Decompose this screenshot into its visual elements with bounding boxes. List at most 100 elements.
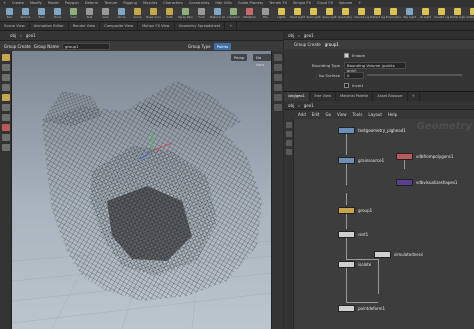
shelf-tab[interactable]: Guide Process (235, 0, 266, 7)
render-region-icon[interactable] (2, 144, 10, 151)
snap-icon[interactable] (2, 134, 10, 141)
network-node[interactable]: pointdeform1 (338, 305, 385, 312)
pane-tab[interactable]: + (225, 22, 238, 30)
node-body[interactable] (338, 207, 355, 214)
camera-icon[interactable] (274, 104, 282, 111)
path-segment-geo1[interactable]: geo1 (26, 33, 36, 38)
shelf-tool-button[interactable]: Tube (34, 8, 49, 21)
path-segment-obj[interactable]: obj (10, 33, 16, 38)
pane-tab[interactable]: Scene View (0, 22, 30, 30)
group-name-field[interactable]: group1 (62, 42, 110, 50)
shelf-tool-button[interactable]: File (258, 8, 273, 21)
pane-tab[interactable]: Geometry Spreadsheet (175, 22, 226, 30)
node-name-field[interactable]: group1 (325, 42, 339, 47)
persp-menu-button[interactable]: Persp (231, 54, 248, 61)
shelf-tool-button[interactable]: Ambient Light (466, 8, 474, 21)
pane-tab[interactable]: Animation Editor (30, 22, 69, 30)
network-canvas[interactable]: Geometry testgeometry_pighead1 vdbfrompol… (284, 119, 474, 329)
select-tool-icon[interactable] (2, 54, 10, 61)
shelf-tab[interactable]: Texture (101, 0, 120, 7)
shelf-tool-button[interactable]: Environment Light (386, 8, 401, 21)
iso-surface-field[interactable]: 0 (344, 71, 364, 79)
node-body[interactable] (338, 261, 355, 268)
menu-item[interactable]: Tools (353, 112, 363, 117)
shaded-icon[interactable] (274, 84, 282, 91)
node-body[interactable] (338, 127, 355, 134)
network-node[interactable]: vdbvisualizeshapes1 (396, 179, 457, 186)
network-node[interactable]: rest1 (338, 231, 368, 238)
shelf-tab[interactable]: Terrain FX (266, 0, 290, 7)
path-segment-obj[interactable]: obj (288, 103, 294, 108)
shelf-tool-button[interactable]: Sky Light (402, 8, 417, 21)
shelf-tab[interactable]: Create (9, 0, 27, 7)
network-node[interactable]: vdbfrompolygons1 (396, 153, 453, 160)
layout-icon[interactable] (286, 122, 292, 128)
network-node[interactable]: simulatedness (374, 251, 423, 258)
shelf-tool-button[interactable]: Portal Light (450, 8, 465, 21)
pane-tab[interactable]: Render View (69, 22, 101, 30)
shelf-tool-button[interactable]: Spot Light (306, 8, 321, 21)
node-body[interactable] (396, 153, 413, 160)
shelf-tab[interactable]: + (0, 0, 9, 7)
enable-checkbox[interactable] (344, 52, 349, 58)
menu-item[interactable]: View (337, 112, 347, 117)
shelf-tool-button[interactable]: GI Light (418, 8, 433, 21)
wireframe-icon[interactable] (274, 74, 282, 81)
move-tool-icon[interactable] (2, 64, 10, 71)
magnet-icon[interactable] (2, 124, 10, 131)
network-box-icon[interactable] (286, 149, 292, 155)
network-tab[interactable]: Material Palette (336, 92, 374, 101)
menu-item[interactable]: Edit (312, 112, 320, 117)
group-type-dropdown[interactable]: Points (213, 42, 232, 50)
network-node[interactable]: group1 (338, 207, 372, 214)
sticky-note-icon[interactable] (286, 140, 292, 146)
network-tab[interactable]: /obj/geo1 (284, 92, 310, 101)
shelf-tool-button[interactable]: Line (98, 8, 113, 21)
shelf-tool-button[interactable]: L-System (226, 8, 241, 21)
shelf-tool-button[interactable]: Grid (66, 8, 81, 21)
shelf-tool-button[interactable]: Volume Light (354, 8, 369, 21)
display-options-icon[interactable] (274, 54, 282, 61)
shelf-tab[interactable]: Hair Utils (212, 0, 234, 7)
viewport-3d[interactable]: Persp No cam (12, 51, 271, 329)
shelf-tool-button[interactable]: Box (2, 8, 17, 21)
shelf-tab[interactable]: Volume (336, 0, 355, 7)
shelf-tool-button[interactable]: Torus (50, 8, 65, 21)
shelf-tab[interactable]: Characters (160, 0, 186, 7)
invert-checkbox[interactable] (344, 82, 349, 88)
shelf-tab[interactable]: Rigging (120, 0, 140, 7)
shelf-tool-button[interactable]: Caustic Light (434, 8, 449, 21)
network-tab[interactable]: Asset Browser (373, 92, 408, 101)
pane-tab[interactable]: Motion FX View (138, 22, 175, 30)
network-node[interactable]: grainsource1 (338, 157, 384, 164)
shelf-tool-button[interactable]: Area Light (322, 8, 337, 21)
shelf-tab[interactable]: Simple FX (290, 0, 314, 7)
shelf-tool-button[interactable]: Draw Curve (146, 8, 161, 21)
bounding-type-dropdown[interactable]: Bounding Volume (points only) (344, 61, 406, 73)
shelf-tool-button[interactable]: Platonic Solids (210, 8, 225, 21)
shelf-tool-button[interactable]: Font (194, 8, 209, 21)
node-body[interactable] (338, 305, 355, 312)
node-body[interactable] (338, 231, 355, 238)
grid-toggle-icon[interactable] (274, 94, 282, 101)
shelf-tool-button[interactable]: Circle (114, 8, 129, 21)
shelf-tool-button[interactable]: Distant Light (370, 8, 385, 21)
shelf-tool-button[interactable]: Metaball (242, 8, 257, 21)
shelf-tool-button[interactable]: Spray Paint (178, 8, 193, 21)
shelf-tab[interactable]: Model (45, 0, 62, 7)
network-node[interactable]: testgeometry_pighead1 (338, 127, 406, 134)
path-segment-geo1[interactable]: geo1 (304, 33, 314, 38)
menu-item[interactable]: Help (388, 112, 397, 117)
shelf-tool-button[interactable]: Path (162, 8, 177, 21)
node-body[interactable] (374, 251, 391, 258)
path-segment-geo1[interactable]: geo1 (304, 103, 314, 108)
scale-tool-icon[interactable] (2, 84, 10, 91)
shelf-tab[interactable]: Polygon (62, 0, 82, 7)
pane-tab[interactable]: Composite View (100, 22, 139, 30)
rotate-tool-icon[interactable] (2, 74, 10, 81)
network-tab[interactable]: Tree View (310, 92, 337, 101)
node-body[interactable] (396, 179, 413, 186)
shelf-tool-button[interactable]: Curve (130, 8, 145, 21)
network-tab[interactable]: + (408, 92, 420, 101)
shelf-tool-button[interactable]: Null (82, 8, 97, 21)
